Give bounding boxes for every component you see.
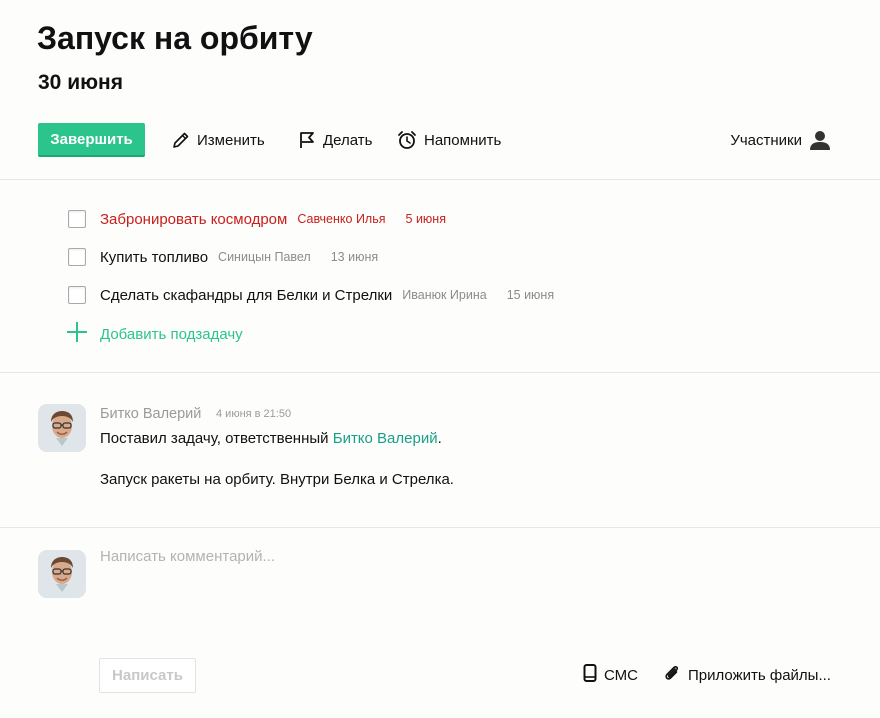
do-label: Делать [323, 131, 373, 149]
comment-text: Поставил задачу, ответственный Битко Вал… [100, 430, 442, 447]
task-date: 30 июня [38, 71, 123, 94]
paperclip-icon [663, 664, 681, 686]
subtask-title[interactable]: Забронировать космодром [100, 211, 287, 228]
current-user-avatar [38, 550, 86, 598]
avatar[interactable] [38, 404, 86, 452]
subtask-checkbox[interactable] [68, 286, 86, 304]
sms-button[interactable]: СМС [583, 664, 638, 686]
finish-button[interactable]: Завершить [38, 123, 145, 157]
comment-text-prefix: Поставил задачу, ответственный [100, 430, 333, 447]
subtask-item: Забронировать космодром Савченко Илья 5 … [68, 209, 446, 229]
subtask-assignee[interactable]: Иванюк Ирина [402, 288, 486, 302]
submit-comment-button[interactable]: Написать [99, 658, 196, 693]
divider [0, 527, 880, 528]
edit-label: Изменить [197, 131, 265, 149]
task-title: Запуск на орбиту [37, 20, 313, 56]
subtask-title[interactable]: Сделать скафандры для Белки и Стрелки [100, 287, 392, 304]
add-subtask-label: Добавить подзадачу [100, 325, 243, 343]
subtask-assignee[interactable]: Савченко Илья [297, 212, 385, 226]
sms-label: СМС [604, 666, 638, 684]
comment-body: Запуск ракеты на орбиту. Внутри Белка и … [100, 471, 454, 488]
mention-link[interactable]: Битко Валерий [333, 430, 438, 447]
divider [0, 372, 880, 373]
subtask-due-date: 13 июня [330, 250, 379, 264]
members-label: Участники [730, 131, 802, 149]
alarm-clock-icon [397, 130, 417, 150]
phone-icon [583, 664, 597, 686]
add-subtask-button[interactable]: Добавить подзадачу [66, 321, 243, 347]
divider [0, 179, 880, 180]
comment-input[interactable] [100, 548, 840, 638]
subtask-due-date: 15 июня [506, 288, 555, 302]
task-toolbar: Завершить Изменить Делать Напомнить Учас… [38, 123, 831, 157]
comment-text-suffix: . [437, 430, 442, 447]
edit-button[interactable]: Изменить [172, 129, 265, 151]
subtask-assignee[interactable]: Синицын Павел [218, 250, 311, 264]
do-button[interactable]: Делать [298, 129, 372, 151]
comment-timestamp: 4 июня в 21:50 [216, 408, 292, 420]
subtask-title[interactable]: Купить топливо [100, 249, 208, 266]
flag-icon [298, 131, 316, 149]
subtask-checkbox[interactable] [68, 210, 86, 228]
subtask-item: Сделать скафандры для Белки и Стрелки Ив… [68, 285, 554, 305]
subtask-due-date: 5 июня [405, 212, 446, 226]
plus-icon [66, 321, 88, 347]
members-button[interactable]: Участники [730, 129, 831, 151]
subtask-item: Купить топливо Синицын Павел 13 июня [68, 247, 378, 267]
attach-label: Приложить файлы... [688, 666, 831, 684]
user-icon [809, 129, 831, 151]
attach-files-button[interactable]: Приложить файлы... [663, 664, 831, 686]
pencil-icon [172, 131, 190, 149]
remind-label: Напомнить [424, 131, 502, 149]
remind-button[interactable]: Напомнить [397, 129, 501, 151]
comment-author[interactable]: Битко Валерий [100, 406, 201, 422]
subtask-checkbox[interactable] [68, 248, 86, 266]
